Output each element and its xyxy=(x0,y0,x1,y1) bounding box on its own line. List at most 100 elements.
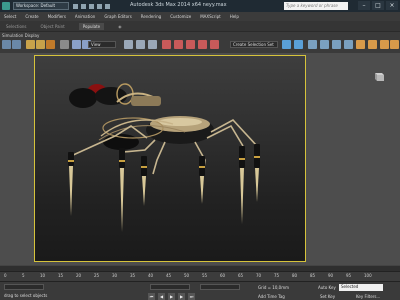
tick-label: 45 xyxy=(166,273,172,278)
tick-label: 70 xyxy=(256,273,262,278)
spinner-snap-icon[interactable] xyxy=(198,40,207,49)
tick-label: 35 xyxy=(130,273,136,278)
play-icon[interactable]: ▶ xyxy=(168,293,175,300)
menu-item-create[interactable]: Create xyxy=(25,14,38,19)
robot-legs[interactable] xyxy=(69,166,259,232)
robot-dark-sphere[interactable] xyxy=(69,88,97,108)
menu-item-modifiers[interactable]: Modifiers xyxy=(48,14,66,19)
title-bar: Workspace: Default Autodesk 3ds Max 2014… xyxy=(0,0,400,12)
toolbar-icons: View Create Selection Set xyxy=(0,40,400,52)
render-setup-icon[interactable] xyxy=(368,40,377,49)
menu-bar: Select Create Modifiers Animation Graph … xyxy=(0,12,400,21)
tick-label: 60 xyxy=(220,273,226,278)
goto-start-icon[interactable]: ⏮ xyxy=(148,293,155,300)
grid-readout: Grid = 10,0mm xyxy=(258,285,289,290)
workspace-dropdown[interactable]: Workspace: Default xyxy=(13,2,69,10)
window-title: Autodesk 3ds Max 2014 x64 neyy.max xyxy=(130,2,227,8)
close-button[interactable]: × xyxy=(386,1,398,10)
window-controls: – □ × xyxy=(358,1,398,10)
render-production-icon[interactable] xyxy=(390,40,399,49)
angle-snap-icon[interactable] xyxy=(174,40,183,49)
track-bar[interactable]: 0 5 10 15 20 25 30 35 40 45 50 55 60 65 … xyxy=(0,271,400,281)
app-logo-icon[interactable] xyxy=(2,2,10,10)
edit-named-selection-icon[interactable] xyxy=(210,40,219,49)
named-selection-dropdown[interactable]: Create Selection Set xyxy=(230,41,278,48)
tick-label: 25 xyxy=(94,273,100,278)
material-editor-icon[interactable] xyxy=(356,40,365,49)
ribbon-toggle-icon[interactable]: ◉ xyxy=(118,24,122,29)
align-icon[interactable] xyxy=(294,40,303,49)
open-file-icon[interactable] xyxy=(81,3,86,9)
tab-selections[interactable]: Selections xyxy=(6,24,27,29)
snaps-toggle-icon[interactable] xyxy=(162,40,171,49)
menu-item-animation[interactable]: Animation xyxy=(75,14,95,19)
coordinate-y-field[interactable] xyxy=(200,284,240,290)
graphite-toggle-icon[interactable] xyxy=(320,40,329,49)
new-file-icon[interactable] xyxy=(73,3,78,9)
tick-label: 55 xyxy=(202,273,208,278)
percent-snap-icon[interactable] xyxy=(186,40,195,49)
status-bar: Grid = 10,0mm Add Time Tag Auto Key Set … xyxy=(0,281,400,300)
select-and-scale-icon[interactable] xyxy=(148,40,157,49)
render-frame-icon[interactable] xyxy=(380,40,389,49)
link-icon[interactable] xyxy=(26,40,35,49)
main-toolbar: Simulation Display View Create Selection… xyxy=(0,31,400,53)
viewcube-icon[interactable] xyxy=(372,70,386,82)
spider-robot-model[interactable] xyxy=(35,56,307,263)
search-input[interactable]: Type a keyword or phrase xyxy=(284,2,348,10)
menu-item-graph-editors[interactable]: Graph Editors xyxy=(104,14,131,19)
tick-label: 50 xyxy=(184,273,190,278)
menu-item-select[interactable]: Select xyxy=(4,14,16,19)
tick-label: 5 xyxy=(22,273,25,278)
menu-item-rendering[interactable]: Rendering xyxy=(141,14,161,19)
tick-label: 0 xyxy=(4,273,7,278)
tab-populate[interactable]: Populate xyxy=(78,22,105,30)
schematic-view-icon[interactable] xyxy=(344,40,353,49)
next-frame-icon[interactable]: ▶ xyxy=(178,293,185,300)
tick-label: 80 xyxy=(292,273,298,278)
redo-icon[interactable] xyxy=(105,3,110,9)
unlink-icon[interactable] xyxy=(36,40,45,49)
undo-toolbar-icon[interactable] xyxy=(2,40,11,49)
minimize-button[interactable]: – xyxy=(358,1,370,10)
tick-label: 90 xyxy=(328,273,334,278)
tab-object-paint[interactable]: Object Paint xyxy=(41,24,65,29)
bind-space-warp-icon[interactable] xyxy=(46,40,55,49)
ribbon-tabs: Selections Object Paint Populate ◉ xyxy=(0,21,400,31)
auto-key-button[interactable]: Auto Key xyxy=(318,285,336,290)
layer-manager-icon[interactable] xyxy=(308,40,317,49)
tick-label: 85 xyxy=(310,273,316,278)
maxscript-listener-field[interactable] xyxy=(4,284,44,290)
tick-label: 30 xyxy=(112,273,118,278)
select-and-rotate-icon[interactable] xyxy=(136,40,145,49)
key-filters-button[interactable]: Key Filters... xyxy=(356,294,380,299)
save-file-icon[interactable] xyxy=(89,3,94,9)
tick-label: 100 xyxy=(364,273,372,278)
select-and-move-icon[interactable] xyxy=(124,40,133,49)
reference-coordinate-dropdown[interactable]: View xyxy=(88,41,116,48)
mirror-icon[interactable] xyxy=(282,40,291,49)
coordinate-x-field[interactable] xyxy=(150,284,190,290)
select-object-icon[interactable] xyxy=(72,40,81,49)
curve-editor-icon[interactable] xyxy=(332,40,341,49)
add-time-tag-button[interactable]: Add Time Tag xyxy=(258,294,285,299)
menu-item-maxscript[interactable]: MAXScript xyxy=(200,14,221,19)
tick-label: 75 xyxy=(274,273,280,278)
tick-label: 20 xyxy=(76,273,82,278)
undo-icon[interactable] xyxy=(97,3,102,9)
perspective-viewport[interactable] xyxy=(34,55,306,262)
quick-access-toolbar xyxy=(73,3,110,9)
tick-label: 15 xyxy=(58,273,64,278)
tick-label: 40 xyxy=(148,273,154,278)
set-key-button[interactable]: Set Key xyxy=(320,294,335,299)
menu-item-help[interactable]: Help xyxy=(230,14,239,19)
menu-item-customize[interactable]: Customize xyxy=(170,14,191,19)
selection-filter-icon[interactable] xyxy=(60,40,69,49)
redo-toolbar-icon[interactable] xyxy=(12,40,21,49)
key-mode-dropdown[interactable]: Selected xyxy=(339,284,383,291)
status-prompt: drag to select objects xyxy=(4,293,48,298)
maximize-button[interactable]: □ xyxy=(372,1,384,10)
tick-label: 95 xyxy=(346,273,352,278)
goto-end-icon[interactable]: ⏭ xyxy=(188,293,195,300)
previous-frame-icon[interactable]: ◀ xyxy=(158,293,165,300)
